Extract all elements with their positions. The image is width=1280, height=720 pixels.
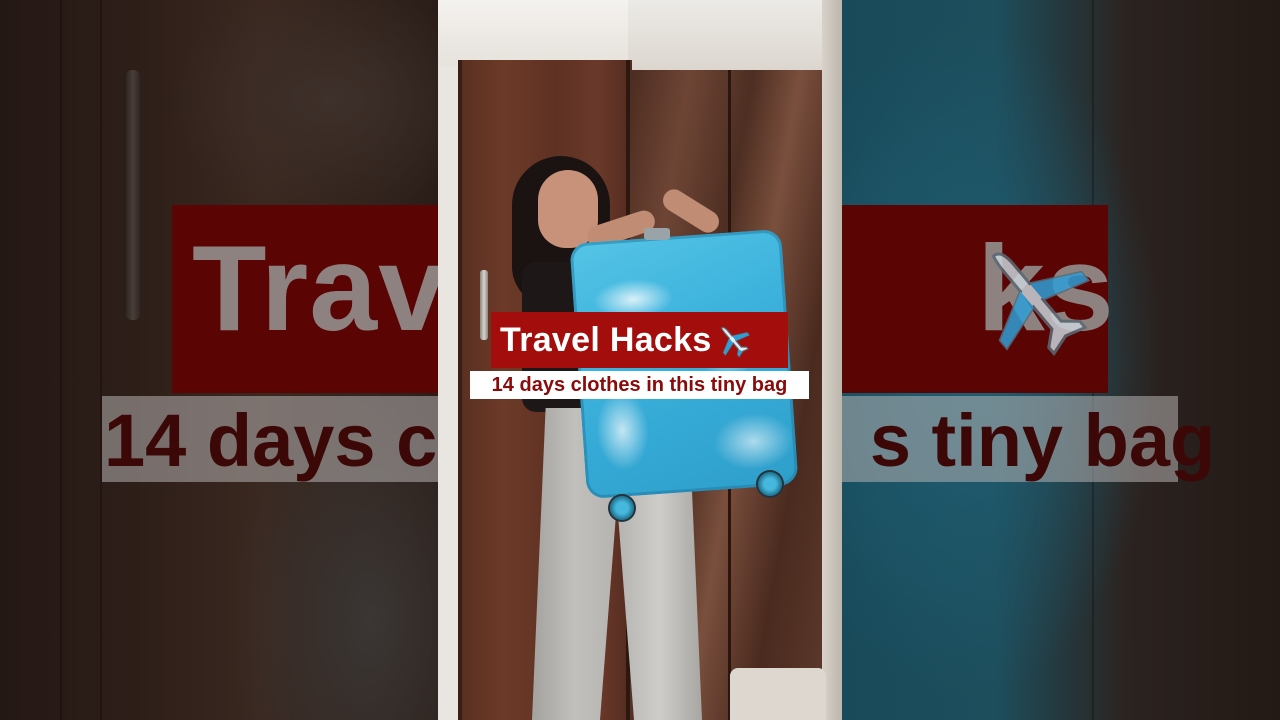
background-airplane-icon [991,252,1091,357]
airplane-icon [720,326,750,358]
wall-edge [822,0,842,720]
background-panel-line [60,0,62,720]
suitcase-handle [644,228,670,240]
subtitle-caption-box: 14 days clothes in this tiny bag [470,371,809,399]
background-panel-line [100,0,102,720]
title-caption: Travel Hacks [500,320,712,359]
ceiling-shadow [628,0,842,70]
subtitle-caption: 14 days clothes in this tiny bag [491,373,788,396]
background-door-handle [126,70,140,320]
wardrobe-handle [480,270,488,340]
suitcase-wheel [756,470,784,498]
video-frame: Travks 14 days cls tiny bag [0,0,1280,720]
stool [730,668,826,720]
title-caption-box: Travel Hacks [491,312,788,368]
suitcase-wheel [608,494,636,522]
